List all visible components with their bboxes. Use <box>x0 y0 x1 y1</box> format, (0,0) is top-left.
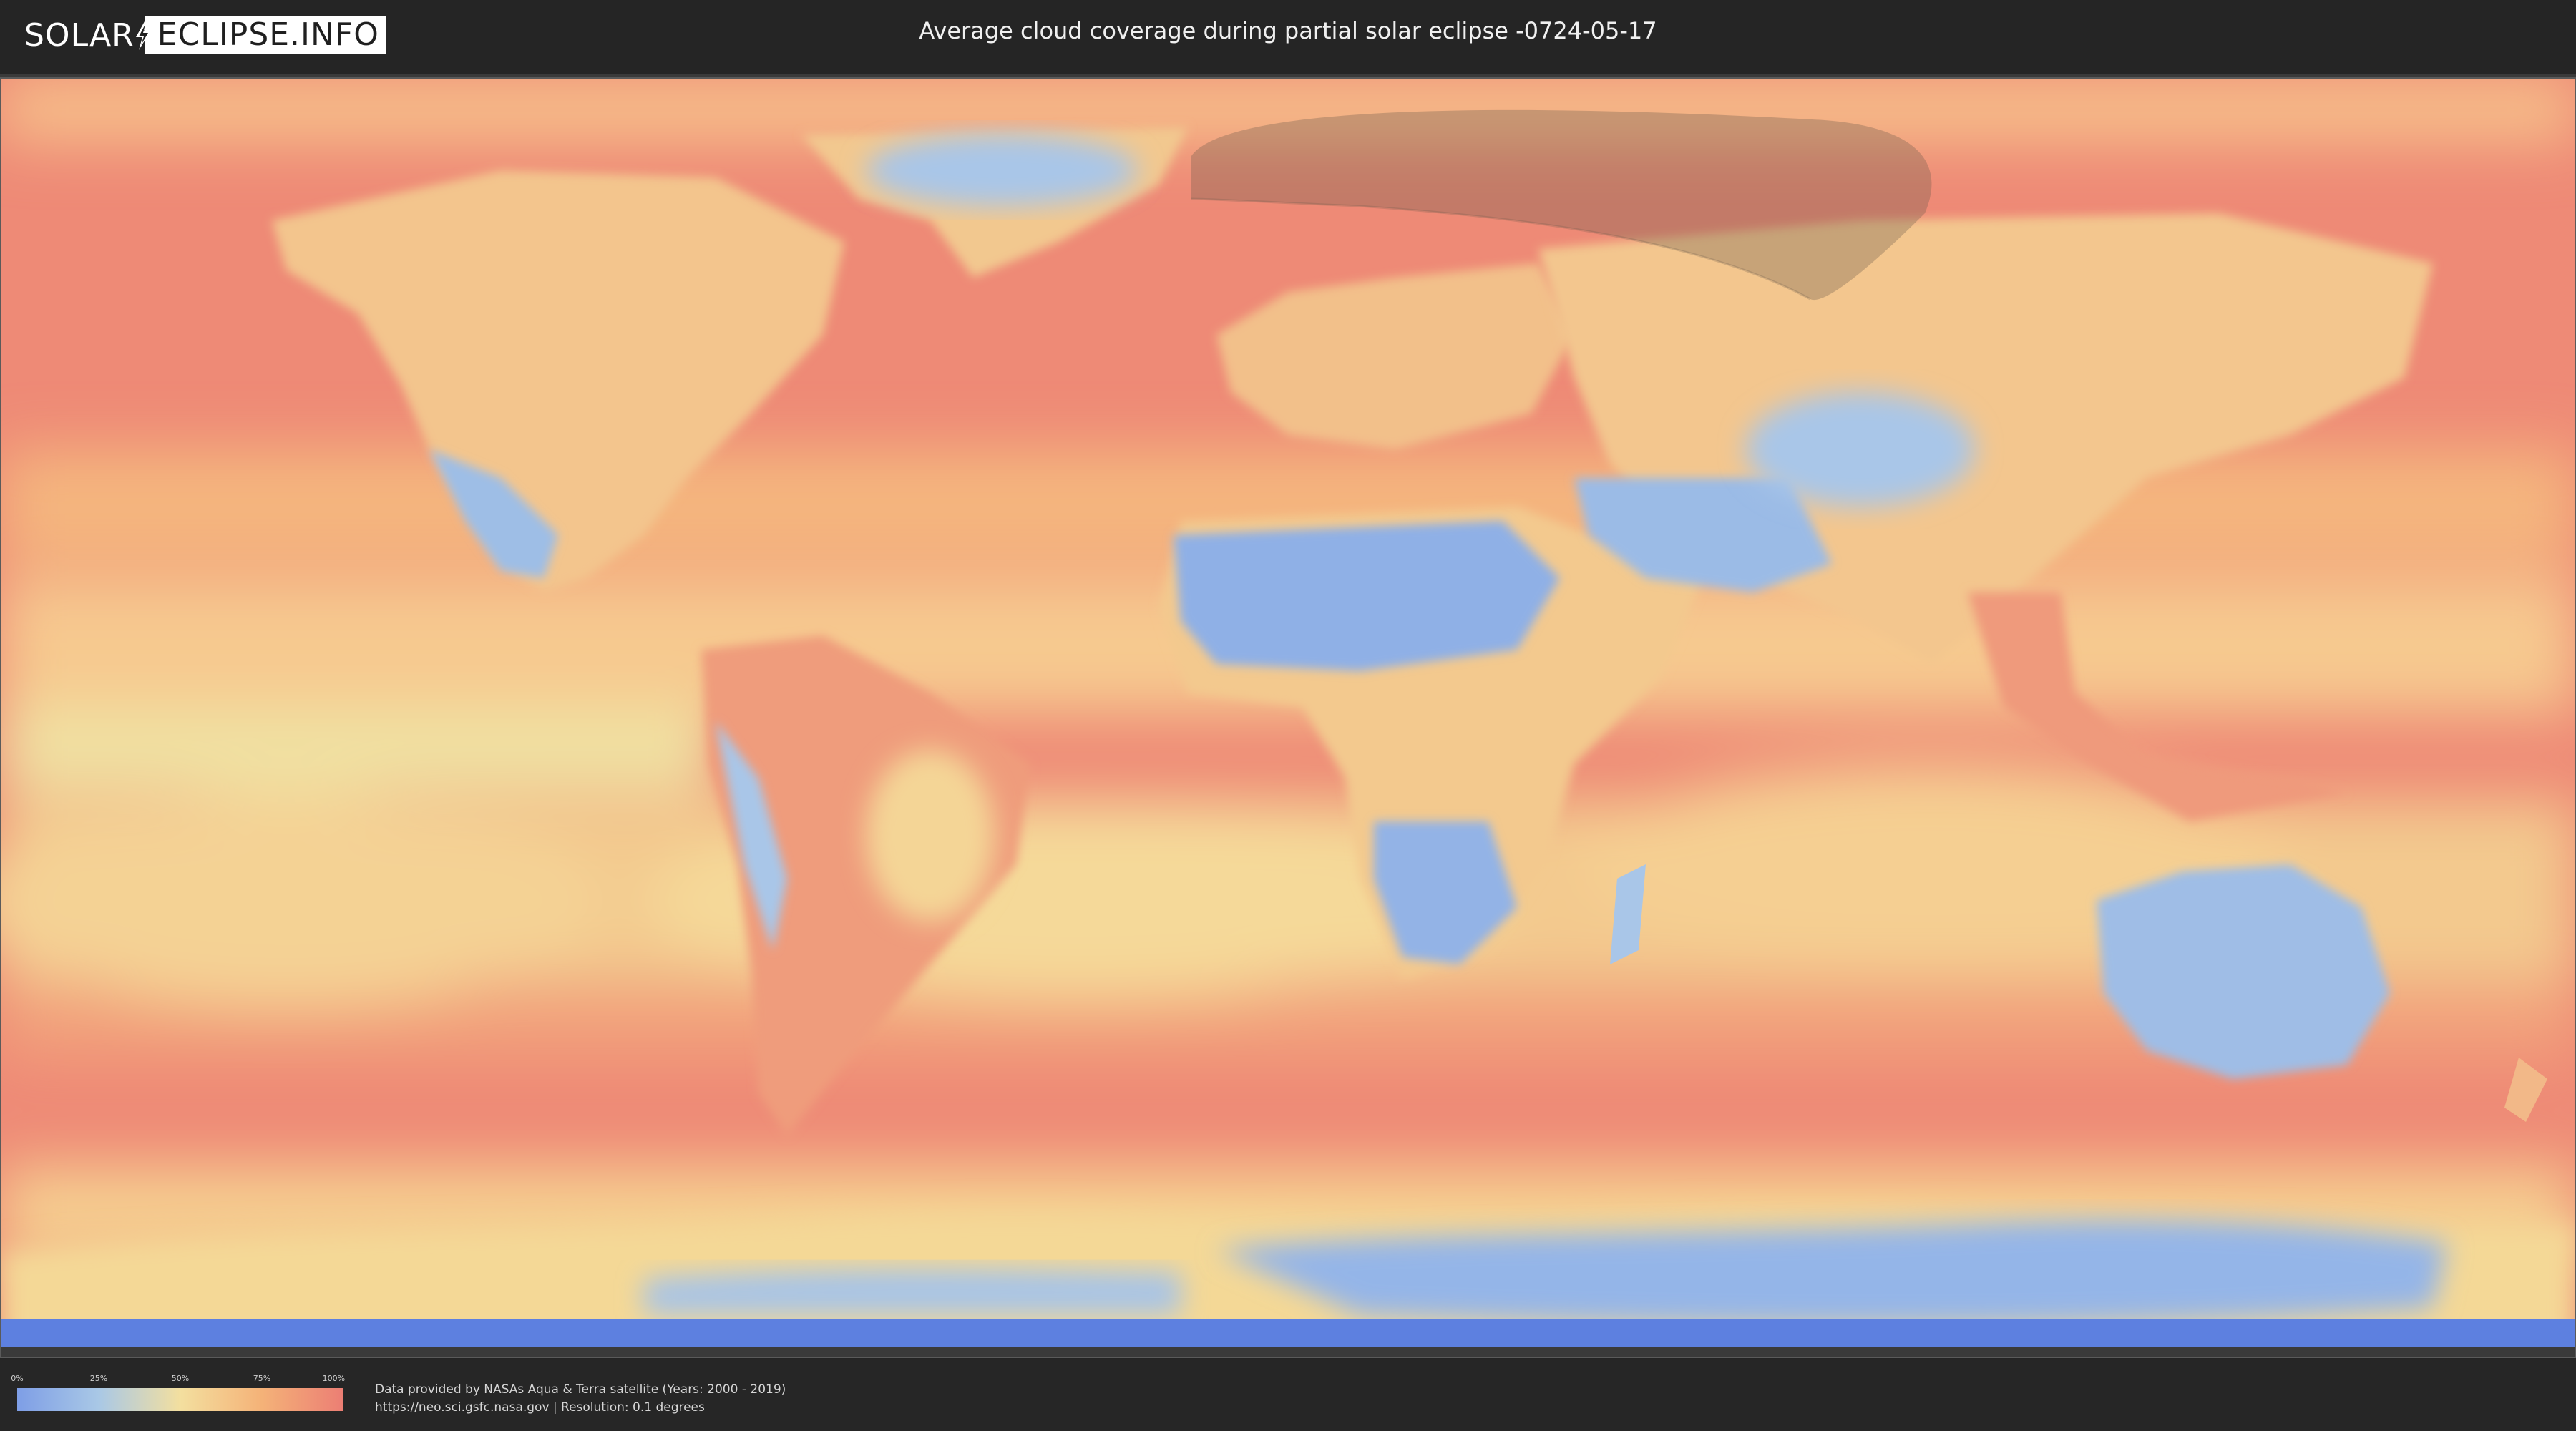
data-credits: Data provided by NASAs Aqua & Terra sate… <box>375 1381 786 1417</box>
page-title: Average cloud coverage during partial so… <box>919 17 1657 44</box>
legend-tick-0: 0% <box>11 1374 24 1383</box>
credits-line-2: https://neo.sci.gsfc.nasa.gov | Resoluti… <box>375 1400 705 1415</box>
cloud-coverage-map[interactable] <box>0 77 2576 1358</box>
legend-color-bar <box>17 1388 343 1411</box>
legend-ticks: 0% 25% 50% 75% 100% <box>11 1374 346 1387</box>
legend-tick-50: 50% <box>171 1374 190 1383</box>
footer-bar: 0% 25% 50% 75% 100% Data provided by NAS… <box>0 1359 2576 1431</box>
legend-tick-75: 75% <box>253 1374 271 1383</box>
legend-tick-25: 25% <box>89 1374 108 1383</box>
cloud-coverage-legend: 0% 25% 50% 75% 100% <box>11 1374 346 1411</box>
antarctica <box>0 1208 2576 1358</box>
header-bar: SOLAR ECLIPSE.INFO Average cloud coverag… <box>0 0 2576 77</box>
world-map-svg <box>0 77 2576 1358</box>
legend-tick-100: 100% <box>322 1374 346 1383</box>
credits-line-1: Data provided by NASAs Aqua & Terra sate… <box>375 1382 786 1397</box>
